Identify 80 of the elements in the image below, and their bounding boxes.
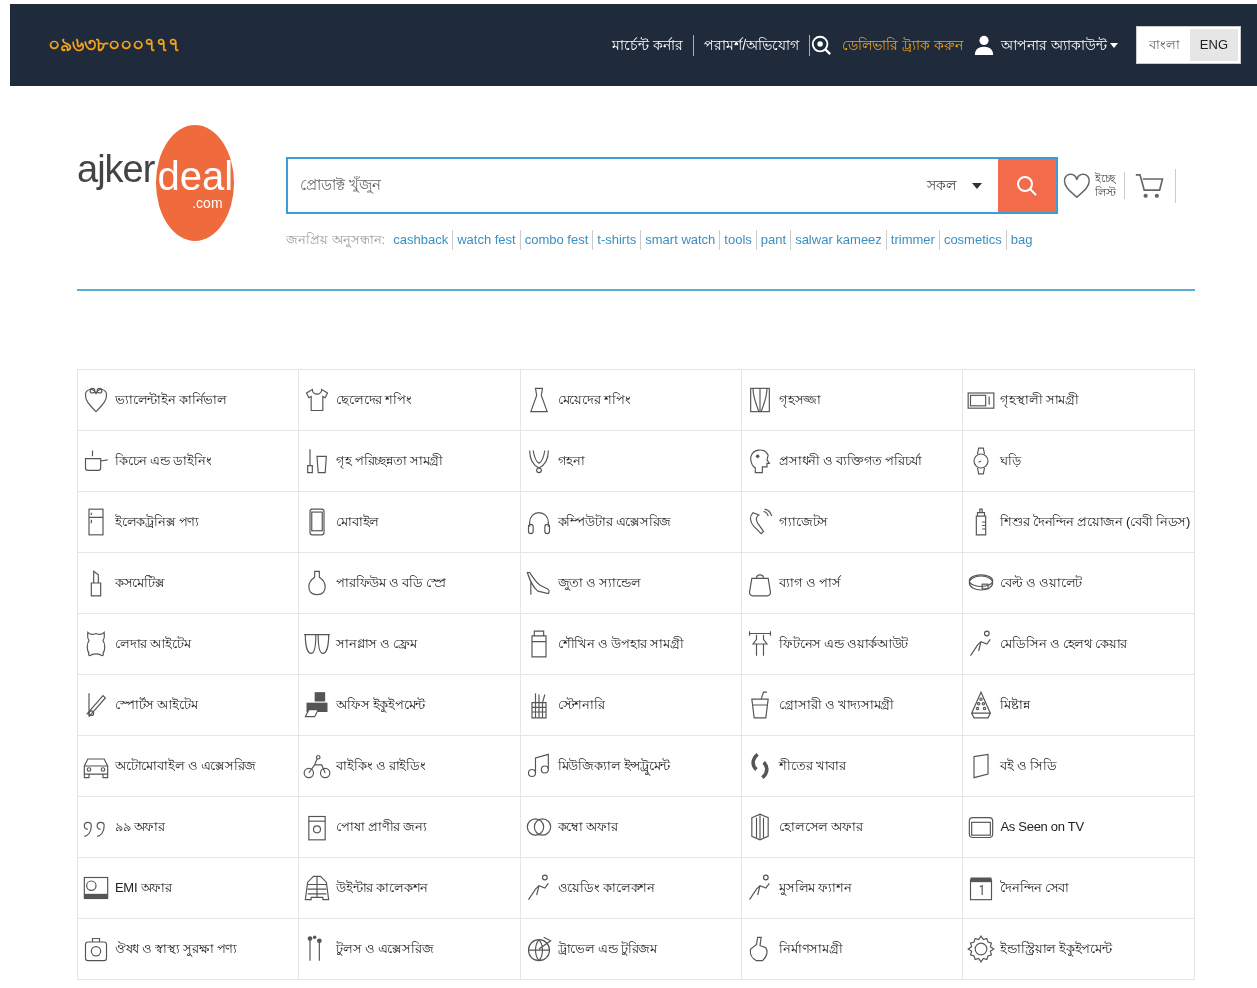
category-link[interactable]: জুতা ও স্যান্ডেল [520,553,743,614]
category-link[interactable]: মেয়েদের শপিং [520,370,743,431]
category-link[interactable]: পারফিউম ও বডি স্প্রে [299,553,521,614]
category-link[interactable]: টুলস ও এক্সেসরিজ [299,919,521,980]
category-link[interactable]: স্পোর্টস আইটেম [78,675,300,736]
category-link[interactable]: ৯৯ অফার [78,797,300,858]
account-menu[interactable]: আপনার অ্যাকাউন্ট [994,34,1128,56]
category-link[interactable]: দৈনন্দিন সেবা [963,858,1195,919]
category-link[interactable]: মিউজিক্যাল ইন্সট্রুমেন্ট [520,736,743,797]
search-field[interactable]: প্রোডাক্ট খুঁজুন সকল [286,157,1058,214]
category-link[interactable]: বই ও সিডি [963,736,1195,797]
category-link[interactable]: প্রসাধনী ও ব্যক্তিগত পরিচর্যা [742,431,964,492]
category-link[interactable]: বাইকিং ও রাইডিং [299,736,521,797]
search-icon [1014,173,1039,198]
category-link[interactable]: ভ্যালেন্টাইন কার্নিভাল [78,370,300,431]
category-link[interactable]: নির্মাণসামগ্রী [742,919,964,980]
category-link[interactable]: অফিস ইকুইপমেন্ট [299,675,521,736]
category-link[interactable]: ঘড়ি [963,431,1195,492]
category-link[interactable]: গহনা [520,431,743,492]
category-link[interactable]: ঔষধ ও স্বাস্থ্য সুরক্ষা পণ্য [78,919,300,980]
search-term-link[interactable]: tools [719,230,756,250]
category-link[interactable]: সানগ্লাস ও ফ্রেম [299,614,521,675]
category-link[interactable]: ট্রাভেল এন্ড টুরিজম [520,919,743,980]
search-icon [810,34,833,56]
category-link[interactable]: As Seen on TV [963,797,1195,858]
category-link[interactable]: স্টেশনারি [520,675,743,736]
search-term-link[interactable]: smart watch [640,230,720,250]
category-link[interactable]: মুসলিম ফ্যাশন [742,858,964,919]
category-link[interactable]: উইন্টার কালেকশন [299,858,521,919]
search-term-link[interactable]: watch fest [452,230,520,250]
category-link[interactable]: শিশুর দৈনন্দিন প্রয়োজন (বেবী নিডস) [963,492,1195,553]
category-link[interactable]: কসমেটিক্স [78,553,300,614]
category-link[interactable]: অটোমোবাইল ও এক্সেসরিজ [78,736,300,797]
category-link[interactable]: গ্যাজেটস [742,492,964,553]
search-term-link[interactable]: t-shirts [592,230,641,250]
category-link[interactable]: ফিটনেস এন্ড ওয়ার্কআউট [742,614,964,675]
category-link[interactable]: গৃহস্থালী সামগ্রী [963,370,1195,431]
search-button[interactable] [997,159,1056,212]
wishlist-link[interactable]: ইচ্ছে লিস্ট [1091,172,1126,199]
logo-text: ajker [77,147,155,192]
caret-icon [971,182,982,189]
category-link[interactable]: গৃহসজ্জা [742,370,964,431]
category-link[interactable]: মেডিসিন ও হেলথ কেয়ার [963,614,1195,675]
category-link[interactable]: ছেলেদের শপিং [299,370,521,431]
track-delivery-link[interactable]: ডেলিভারি ট্র্যাক করুন [832,34,973,56]
category-link[interactable]: শৌখিন ও উপহার সামগ্রী [520,614,743,675]
category-link[interactable]: মোবাইল [299,492,521,553]
category-link[interactable]: গ্রোসারী ও খাদ্যসামগ্রী [742,675,964,736]
category-link[interactable]: শীতের খাবার [742,736,964,797]
phone-number: ০৯৬৩৮০০০৭৭৭ [48,32,180,57]
category-link[interactable]: ইন্ডাস্ট্রিয়াল ইকুইপমেন্ট [963,919,1195,980]
category-link[interactable]: EMI অফার [78,858,300,919]
category-link[interactable]: গৃহ পরিচ্ছন্নতা সামগ্রী [299,431,521,492]
category-link[interactable]: লেদার আইটেম [78,614,300,675]
category-link[interactable]: ওয়েডিং কালেকশন [520,858,743,919]
search-term-link[interactable]: cosmetics [938,230,1006,250]
top-link[interactable]: মার্চেন্ট কর্নার [602,34,695,56]
user-icon [972,34,995,56]
category-link[interactable]: মিষ্টান্ন [963,675,1195,736]
search-term-link[interactable]: cashback [389,230,453,250]
category-select[interactable]: সকল [910,175,972,196]
search-term-link[interactable]: trimmer [885,230,939,250]
category-link[interactable]: কম্পিউটার এক্সেসরিজ [520,492,743,553]
search-term-link[interactable]: combo fest [519,230,593,250]
category-link[interactable]: বেল্ট ও ওয়ালেট [963,553,1195,614]
category-link[interactable]: ব্যাগ ও পার্স [742,553,964,614]
popular-label: জনপ্রিয় অনুসন্ধান: [286,231,386,250]
category-link[interactable]: ইলেকট্রনিক্স পণ্য [78,492,300,553]
search-term-link[interactable]: bag [1005,230,1037,250]
caret-icon [1109,43,1118,49]
heart-icon[interactable] [1061,170,1092,201]
language-option[interactable]: ENG [1189,29,1238,61]
category-link[interactable]: কিচেন এন্ড ডাইনিং [78,431,300,492]
logo-badge: deal .com [156,125,235,241]
category-link[interactable]: হোলসেল অফার [742,797,964,858]
top-link[interactable]: পরামর্শ/অভিযোগ [694,34,811,56]
category-link[interactable]: পোষা প্রাণীর জন্য [299,797,521,858]
search-term-link[interactable]: pant [755,230,791,250]
search-term-link[interactable]: salwar kameez [790,230,886,250]
category-link[interactable]: কম্বো অফার [520,797,743,858]
